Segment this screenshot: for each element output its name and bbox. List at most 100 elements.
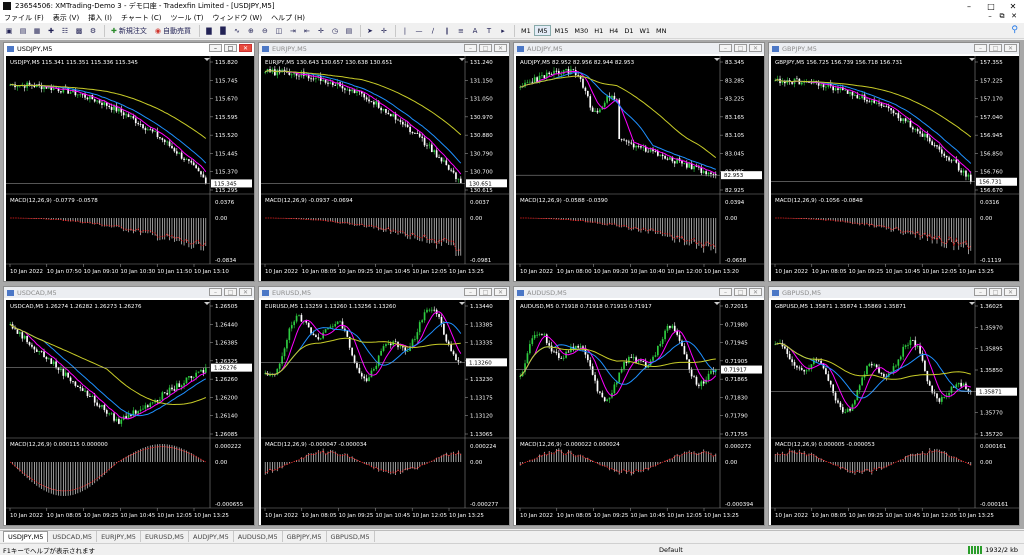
autotrade-button[interactable]: ◉ 自動売買 <box>152 25 194 37</box>
tab-usdcad[interactable]: USDCAD,M5 <box>48 531 98 542</box>
menu-tools[interactable]: ツール (T) <box>170 13 203 23</box>
chart-window-gbpjpy[interactable]: GBPJPY,M5 – □ ✕ 157.355 157.225 157.170 157.040… <box>768 42 1020 282</box>
line-chart-icon[interactable]: ∿ <box>231 25 243 37</box>
terminal-icon[interactable]: ▩ <box>73 25 85 37</box>
chart-maximize-icon[interactable]: □ <box>224 44 237 52</box>
chart-caption[interactable]: AUDUSD,M5 – □ ✕ <box>514 287 764 298</box>
mdi-minimize-icon[interactable]: – <box>984 12 996 21</box>
timeframe-m30[interactable]: M30 <box>571 25 591 36</box>
data-window-icon[interactable]: ✚ <box>45 25 57 37</box>
tester-icon[interactable]: ⚙ <box>87 25 99 37</box>
chart-maximize-icon[interactable]: □ <box>479 44 492 52</box>
chart-maximize-icon[interactable]: □ <box>734 44 747 52</box>
chart-maximize-icon[interactable]: □ <box>734 288 747 296</box>
label-tool-icon[interactable]: T <box>483 25 495 37</box>
bar-chart-icon[interactable]: ▇ <box>203 25 215 37</box>
chart-caption[interactable]: GBPUSD,M5 – □ ✕ <box>769 287 1019 298</box>
menu-view[interactable]: 表示 (V) <box>53 13 79 23</box>
chart-canvas[interactable]: 1.265051.264401.263851.263251.262601.262… <box>6 300 254 526</box>
new-order-button[interactable]: ✚ 新規注文 <box>108 25 150 37</box>
chart-minimize-icon[interactable]: – <box>464 44 477 52</box>
mdi-close-icon[interactable]: ✕ <box>1008 12 1020 21</box>
navigator-icon[interactable]: ☷ <box>59 25 71 37</box>
chart-window-eurjpy[interactable]: EURJPY,M5 – □ ✕ 131.240 131.150 131.050 130.970… <box>258 42 510 282</box>
chart-close-icon[interactable]: ✕ <box>749 288 762 296</box>
horizontal-line-icon[interactable]: — <box>413 25 425 37</box>
trendline-icon[interactable]: ∕ <box>427 25 439 37</box>
chart-close-icon[interactable]: ✕ <box>1004 44 1017 52</box>
tab-usdjpy[interactable]: USDJPY,M5 <box>3 531 49 542</box>
chart-minimize-icon[interactable]: – <box>464 288 477 296</box>
zoom-in-icon[interactable]: ⊕ <box>245 25 257 37</box>
tab-gbpjpy[interactable]: GBPJPY,M5 <box>283 531 327 542</box>
chart-window-usdcad[interactable]: USDCAD,M5– □ ✕ 1.26505 1.26440 1.26385 1.26325… <box>3 286 255 526</box>
search-icon[interactable]: ⚲ <box>1011 25 1018 35</box>
mdi-restore-icon[interactable]: ⧉ <box>996 12 1008 21</box>
text-tool-icon[interactable]: A <box>469 25 481 37</box>
timeframe-m5[interactable]: M5 <box>533 25 552 36</box>
timeframe-m15[interactable]: M15 <box>551 25 571 36</box>
chart-window-gbpusd[interactable]: GBPUSD,M5 – □ ✕ 1.36025 1.35970 1.35895 1.35850… <box>768 286 1020 526</box>
tab-gbpusd[interactable]: GBPUSD,M5 <box>327 531 375 542</box>
chart-canvas[interactable]: 131.240 131.150 131.050 130.970 130.880 130.7… <box>261 56 509 282</box>
menu-help[interactable]: ヘルプ (H) <box>271 13 305 23</box>
chart-caption[interactable]: AUDJPY,M5 – □ ✕ <box>514 43 764 54</box>
timeframe-m1[interactable]: M1 <box>518 25 534 36</box>
tab-audusd[interactable]: AUDUSD,M5 <box>234 531 283 542</box>
chart-maximize-icon[interactable]: □ <box>989 44 1002 52</box>
cursor-icon[interactable]: ➤ <box>364 25 376 37</box>
chart-caption[interactable]: EURJPY,M5 – □ ✕ <box>259 43 509 54</box>
chart-canvas[interactable]: 0.72015 0.71980 0.71945 0.71905 0.71865 0.718… <box>516 300 764 526</box>
chart-minimize-icon[interactable]: – <box>719 288 732 296</box>
chart-minimize-icon[interactable]: – <box>974 44 987 52</box>
shapes-icon[interactable]: ▸ <box>497 25 509 37</box>
menu-charts[interactable]: チャート (C) <box>121 13 162 23</box>
chart-minimize-icon[interactable]: – <box>974 288 987 296</box>
vertical-line-icon[interactable]: | <box>399 25 411 37</box>
chart-close-icon[interactable]: ✕ <box>239 288 252 296</box>
chart-canvas[interactable]: 157.355 157.225 157.170 157.040 156.945 156.8… <box>771 56 1019 282</box>
chart-close-icon[interactable]: ✕ <box>239 44 252 52</box>
market-watch-icon[interactable]: ▦ <box>31 25 43 37</box>
chart-caption[interactable]: EURUSD,M5 – □ ✕ <box>259 287 509 298</box>
crosshair-icon[interactable]: ✛ <box>378 25 390 37</box>
tab-eurusd[interactable]: EURUSD,M5 <box>141 531 190 542</box>
chart-minimize-icon[interactable]: – <box>719 44 732 52</box>
chart-maximize-icon[interactable]: □ <box>989 288 1002 296</box>
minimize-icon[interactable]: – <box>958 0 980 12</box>
tab-audjpy[interactable]: AUDJPY,M5 <box>189 531 234 542</box>
chart-shift-icon[interactable]: ⇤ <box>301 25 313 37</box>
chart-close-icon[interactable]: ✕ <box>1004 288 1017 296</box>
close-icon[interactable]: ✕ <box>1002 0 1024 12</box>
menu-file[interactable]: ファイル (F) <box>4 13 44 23</box>
chart-caption[interactable]: GBPJPY,M5 – □ ✕ <box>769 43 1019 54</box>
chart-minimize-icon[interactable]: – <box>209 44 222 52</box>
chart-close-icon[interactable]: ✕ <box>494 288 507 296</box>
tab-eurjpy[interactable]: EURJPY,M5 <box>97 531 141 542</box>
chart-window-usdjpy[interactable]: USDJPY,M5 – □ ✕ 115.820 115.745 115.670 115.595… <box>3 42 255 282</box>
autoscroll-icon[interactable]: ⇥ <box>287 25 299 37</box>
chart-canvas[interactable]: 1.134401.133851.133351.132851.132301.131… <box>261 300 509 526</box>
maximize-icon[interactable]: □ <box>980 0 1002 12</box>
chart-minimize-icon[interactable]: – <box>209 288 222 296</box>
periods-icon[interactable]: ◷ <box>329 25 341 37</box>
chart-close-icon[interactable]: ✕ <box>494 44 507 52</box>
chart-window-audusd[interactable]: AUDUSD,M5 – □ ✕ 0.72015 0.71980 0.71945 0.71905… <box>513 286 765 526</box>
chart-maximize-icon[interactable]: □ <box>224 288 237 296</box>
timeframe-w1[interactable]: W1 <box>636 25 653 36</box>
chart-caption[interactable]: USDJPY,M5 – □ ✕ <box>4 43 254 54</box>
timeframe-d1[interactable]: D1 <box>621 25 636 36</box>
profiles-icon[interactable]: ▤ <box>17 25 29 37</box>
chart-window-eurusd[interactable]: EURUSD,M5–□✕ 1.134401.133851.133351.13285… <box>258 286 510 526</box>
channel-icon[interactable]: ∥ <box>441 25 453 37</box>
chart-canvas[interactable]: 1.360251.359701.358951.358501.358101.357… <box>771 300 1019 526</box>
chart-close-icon[interactable]: ✕ <box>749 44 762 52</box>
chart-caption[interactable]: USDCAD,M5 – □ ✕ <box>4 287 254 298</box>
timeframe-h4[interactable]: H4 <box>606 25 621 36</box>
candle-chart-icon[interactable]: █ <box>217 25 229 37</box>
indicators-icon[interactable]: ✛ <box>315 25 327 37</box>
templates-icon[interactable]: ▤ <box>343 25 355 37</box>
tile-windows-icon[interactable]: ◫ <box>273 25 285 37</box>
fibonacci-icon[interactable]: ≡ <box>455 25 467 37</box>
menu-insert[interactable]: 挿入 (I) <box>88 13 112 23</box>
